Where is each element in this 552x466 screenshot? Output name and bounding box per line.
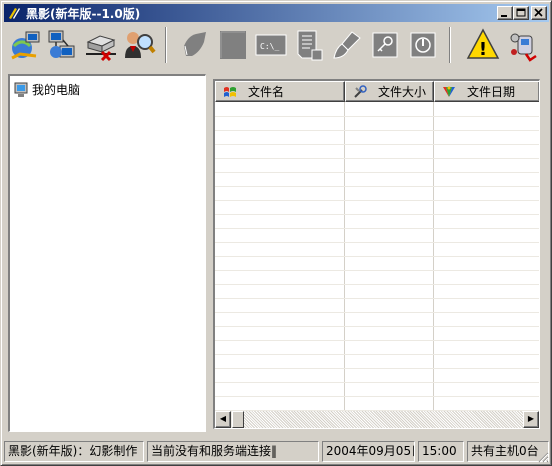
column-header-filename[interactable]: 文件名 bbox=[215, 81, 345, 102]
paint-brush-button[interactable] bbox=[329, 27, 365, 63]
toolbar-separator bbox=[449, 27, 451, 63]
windows-logo-icon bbox=[222, 84, 238, 100]
row-line bbox=[215, 242, 539, 243]
screen-capture-button[interactable] bbox=[177, 27, 213, 63]
disconnect-drive-button[interactable] bbox=[83, 27, 119, 63]
blank-window-icon bbox=[220, 31, 246, 59]
blank-window-button[interactable] bbox=[215, 27, 251, 63]
column-header-label: 文件大小 bbox=[378, 85, 427, 99]
tree-pane[interactable]: 我的电脑 bbox=[8, 74, 206, 432]
column-divider bbox=[433, 102, 434, 412]
column-header-filedate[interactable]: 文件日期 bbox=[434, 81, 539, 102]
row-line bbox=[215, 298, 539, 299]
status-app-credit: 黑影(新年版)：幻影制作 bbox=[4, 441, 144, 462]
row-line bbox=[215, 186, 539, 187]
file-list-pane[interactable]: 文件名 文件大小 文件日期 ◀ ▶ bbox=[213, 79, 540, 429]
row-line bbox=[215, 340, 539, 341]
key-icon bbox=[372, 32, 398, 58]
scroll-track[interactable] bbox=[244, 411, 523, 428]
row-line bbox=[215, 130, 539, 131]
power-button[interactable] bbox=[405, 27, 441, 63]
row-line bbox=[215, 270, 539, 271]
file-list-header: 文件名 文件大小 文件日期 bbox=[215, 81, 539, 102]
row-line bbox=[215, 396, 539, 397]
power-icon bbox=[410, 32, 436, 58]
warning-label: ! bbox=[479, 39, 487, 60]
warning-button[interactable]: ! bbox=[465, 27, 501, 63]
network-computer-button[interactable] bbox=[7, 27, 43, 63]
tools-icon bbox=[352, 84, 368, 100]
row-line bbox=[215, 116, 539, 117]
app-window: 黑影(新年版--1.0版) C:\_ ! 我的电脑 文件名 文件大小 文件日期 … bbox=[0, 0, 552, 466]
scroll-right-button[interactable]: ▶ bbox=[523, 411, 539, 428]
window-title: 黑影(新年版--1.0版) bbox=[26, 6, 141, 21]
command-prompt-icon: C:\_ bbox=[255, 34, 287, 56]
document-list-icon bbox=[297, 30, 323, 61]
disconnect-drive-icon bbox=[86, 35, 116, 62]
status-bar: 黑影(新年版)：幻影制作 当前没有和服务端连接‖ 2004年09月05日 15:… bbox=[4, 441, 549, 463]
key-button[interactable] bbox=[367, 27, 403, 63]
row-line bbox=[215, 214, 539, 215]
row-line bbox=[215, 312, 539, 313]
chevron-right-icon: ▶ bbox=[527, 414, 535, 423]
column-divider bbox=[344, 102, 345, 412]
close-button[interactable] bbox=[531, 6, 547, 20]
warning-icon: ! bbox=[466, 28, 500, 60]
paint-brush-icon bbox=[333, 31, 361, 59]
chevron-left-icon: ◀ bbox=[219, 414, 227, 423]
row-line bbox=[215, 284, 539, 285]
row-line bbox=[215, 158, 539, 159]
app-logo-icon bbox=[6, 5, 22, 21]
tree-item-label: 我的电脑 bbox=[32, 83, 81, 97]
screen-capture-icon bbox=[184, 32, 206, 56]
status-time: 15:00 bbox=[418, 441, 464, 462]
command-prompt-button[interactable]: C:\_ bbox=[253, 27, 289, 63]
maximize-button[interactable] bbox=[513, 6, 529, 20]
scroll-left-button[interactable]: ◀ bbox=[215, 411, 231, 428]
column-header-label: 文件日期 bbox=[467, 85, 516, 99]
minimize-icon bbox=[501, 15, 507, 17]
row-line bbox=[215, 326, 539, 327]
user-search-icon bbox=[125, 32, 156, 58]
maximize-icon bbox=[516, 8, 526, 17]
settings-help-icon bbox=[510, 33, 537, 62]
status-date: 2004年09月05日 bbox=[322, 441, 415, 462]
command-prompt-label: C:\_ bbox=[260, 42, 279, 51]
status-connection: 当前没有和服务端连接‖ bbox=[147, 441, 319, 462]
row-line bbox=[215, 144, 539, 145]
column-header-label: 文件名 bbox=[248, 85, 285, 99]
row-line bbox=[215, 382, 539, 383]
document-list-button[interactable] bbox=[291, 27, 327, 63]
row-line bbox=[215, 200, 539, 201]
colorful-logo-icon bbox=[441, 84, 457, 100]
file-list-body[interactable] bbox=[215, 102, 539, 412]
network-computer-icon bbox=[11, 31, 40, 60]
column-header-filesize[interactable]: 文件大小 bbox=[345, 81, 434, 102]
network-connect-icon bbox=[48, 30, 75, 58]
network-connect-button[interactable] bbox=[45, 27, 81, 63]
horizontal-scrollbar[interactable]: ◀ ▶ bbox=[215, 411, 539, 428]
window-controls bbox=[497, 6, 547, 20]
settings-help-button[interactable] bbox=[505, 27, 541, 63]
resize-grip-icon[interactable] bbox=[537, 451, 549, 463]
close-icon bbox=[534, 8, 543, 17]
scroll-thumb[interactable] bbox=[232, 411, 244, 428]
row-line bbox=[215, 256, 539, 257]
toolbar: C:\_ ! bbox=[7, 25, 547, 67]
computer-icon bbox=[14, 82, 28, 97]
row-line bbox=[215, 228, 539, 229]
row-line bbox=[215, 172, 539, 173]
toolbar-separator bbox=[165, 27, 167, 63]
tree-item-my-computer[interactable]: 我的电脑 bbox=[14, 81, 80, 98]
minimize-button[interactable] bbox=[497, 6, 513, 20]
row-line bbox=[215, 368, 539, 369]
title-bar[interactable]: 黑影(新年版--1.0版) bbox=[4, 4, 549, 22]
user-search-button[interactable] bbox=[121, 27, 157, 63]
row-line bbox=[215, 354, 539, 355]
